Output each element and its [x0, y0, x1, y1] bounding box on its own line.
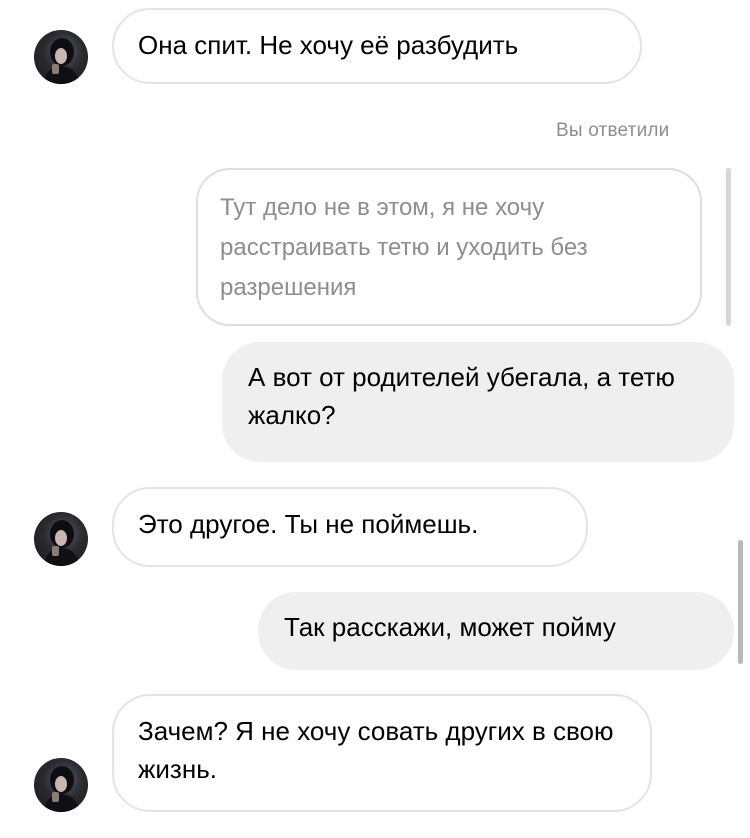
- message-text: А вот от родителей убегала, а тетю жалко…: [248, 362, 675, 430]
- avatar-photo-icon: [44, 766, 80, 812]
- message-text: Так расскажи, может пойму: [284, 612, 616, 642]
- incoming-message-bubble[interactable]: Это другое. Ты не поймешь.: [112, 487, 588, 567]
- message-text: Зачем? Я не хочу совать других в свою жи…: [138, 716, 614, 784]
- contact-avatar[interactable]: [34, 30, 88, 84]
- reply-quote-bar: [726, 168, 731, 326]
- scrollbar[interactable]: [738, 540, 743, 664]
- message-text: Она спит. Не хочу её разбудить: [138, 30, 519, 60]
- quoted-reply-bubble[interactable]: Тут дело не в этом, я не хочу расстраива…: [196, 168, 702, 326]
- quoted-text: Тут дело не в этом, я не хочу расстраива…: [220, 194, 588, 301]
- incoming-message-bubble[interactable]: Она спит. Не хочу её разбудить: [112, 8, 642, 84]
- incoming-message-bubble[interactable]: Зачем? Я не хочу совать других в свою жи…: [112, 694, 652, 812]
- reply-label: Вы ответили: [556, 120, 670, 141]
- message-text: Это другое. Ты не поймешь.: [138, 509, 479, 539]
- contact-avatar[interactable]: [34, 512, 88, 566]
- outgoing-message-bubble[interactable]: А вот от родителей убегала, а тетю жалко…: [222, 342, 734, 462]
- avatar-photo-icon: [44, 38, 80, 84]
- contact-avatar[interactable]: [34, 758, 88, 812]
- outgoing-message-bubble[interactable]: Так расскажи, может пойму: [258, 592, 734, 670]
- avatar-photo-icon: [44, 520, 80, 566]
